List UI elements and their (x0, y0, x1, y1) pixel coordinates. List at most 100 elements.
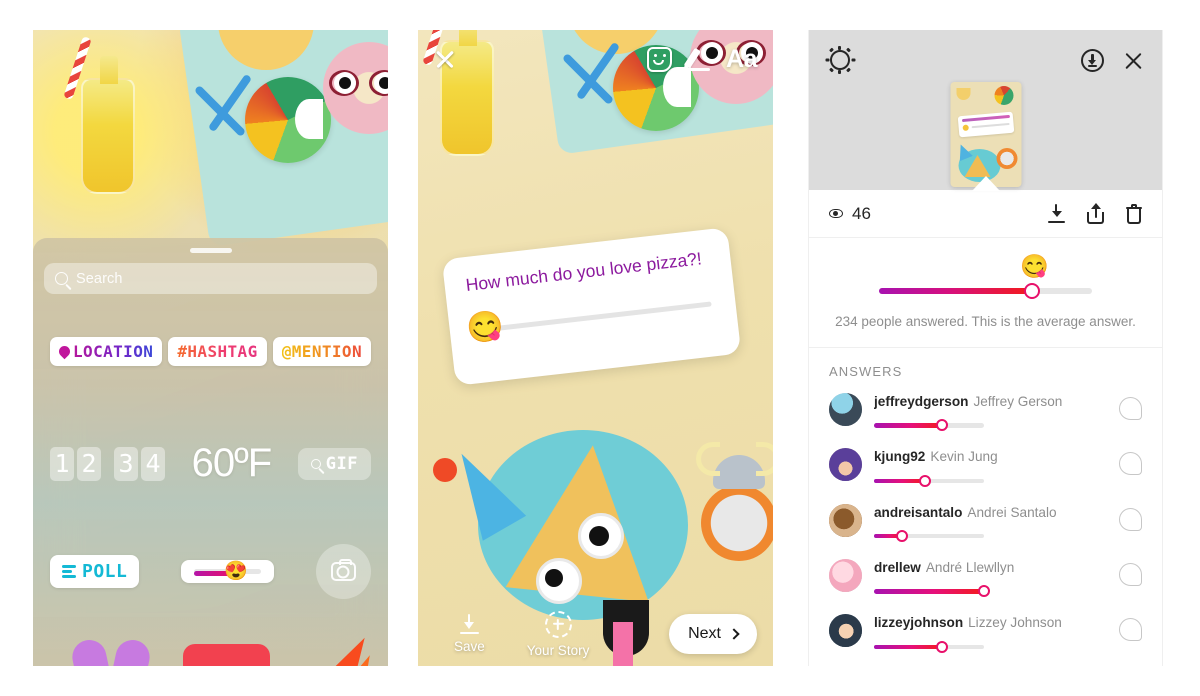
plus-circle-icon (544, 610, 572, 638)
answer-username[interactable]: jeffreydgerson (874, 394, 968, 409)
poll-question: How much do you love pizza?! (464, 248, 703, 296)
answer-slider (874, 419, 984, 432)
sticker-hashtag[interactable]: #HASHTAG (168, 337, 267, 366)
sticker-tray-screen: Search LOCATION #HASHTAG @MENTION 1 2 3 … (33, 30, 388, 666)
photo-prop-bottle (81, 56, 135, 194)
story-editor-screen: Aa How much do you love pizza?! 😋 Save Y… (418, 30, 773, 666)
sticker-mention[interactable]: @MENTION (272, 337, 371, 366)
slider-track[interactable] (477, 301, 712, 333)
avatar[interactable] (829, 448, 862, 482)
photo-prop-eye (536, 558, 582, 604)
editor-bottom-bar: Save Your Story Next (418, 602, 773, 666)
sticker-smiley-icon[interactable] (647, 46, 673, 72)
sheet-grabber[interactable] (189, 248, 232, 253)
table-row[interactable]: andreisantalo Andrei Santalo (809, 498, 1162, 553)
camera-icon (330, 559, 356, 581)
close-icon[interactable] (1123, 50, 1144, 71)
time-digit: 4 (141, 446, 165, 481)
average-answer-block: 😋 234 people answered. This is the avera… (809, 238, 1162, 348)
avatar[interactable] (829, 393, 862, 426)
answers-header: ANSWERS (829, 364, 903, 379)
answer-username[interactable]: kjung92 (874, 449, 925, 464)
reply-bubble-icon[interactable] (1119, 562, 1142, 586)
reply-bubble-icon[interactable] (1119, 507, 1142, 531)
sticker-gif[interactable]: GIF (297, 447, 371, 480)
answer-fullname: Kevin Jung (930, 449, 998, 465)
table-row[interactable]: emmatengerinaEmma Tengeren (809, 664, 1162, 666)
avatar[interactable] (829, 614, 862, 648)
your-story-button[interactable]: Your Story (526, 610, 590, 658)
download-circle-icon[interactable] (1081, 49, 1104, 72)
sticker-emoji-slider[interactable]: 😍 (181, 560, 275, 583)
photo-prop-ball (245, 77, 331, 163)
answer-username[interactable]: drellew (874, 560, 921, 575)
sticker-mention-label: @MENTION (281, 342, 362, 361)
avatar[interactable] (829, 558, 862, 592)
sticker-location[interactable]: LOCATION (50, 337, 163, 366)
avatar[interactable] (829, 503, 862, 537)
sticker-flame-small-partial[interactable] (353, 653, 370, 666)
answer-username[interactable]: lizzeyjohnson (874, 615, 963, 630)
table-row[interactable]: jeffreydgerson Jeffrey Gerson (809, 387, 1162, 442)
next-button[interactable]: Next (669, 614, 757, 654)
slider-emoji[interactable]: 😋 (465, 309, 506, 346)
sticker-tray-sheet: Search LOCATION #HASHTAG @MENTION 1 2 3 … (33, 238, 388, 666)
table-row[interactable]: lizzeyjohnson Lizzey Johnson (809, 608, 1162, 663)
sticker-time[interactable]: 1 2 3 4 (50, 446, 165, 481)
story-insights-screen: 46 😋 234 people answered. This is the av… (808, 30, 1163, 666)
save-label: Save (454, 639, 485, 654)
time-digit: 3 (114, 446, 138, 481)
table-row[interactable]: kjung92 Kevin Jung (809, 442, 1162, 497)
photo-prop-eye (578, 513, 624, 559)
table-row[interactable]: drellew André Llewllyn (809, 553, 1162, 608)
story-thumbnail[interactable] (950, 82, 1021, 187)
sticker-row-primary: LOCATION #HASHTAG @MENTION (50, 337, 371, 366)
answer-username[interactable]: andreisantalo (874, 505, 962, 520)
average-slider: 😋 (879, 255, 1092, 302)
search-icon (310, 458, 321, 469)
delete-button[interactable] (1126, 203, 1142, 224)
gear-icon[interactable] (825, 46, 855, 74)
screenshot-root: Search LOCATION #HASHTAG @MENTION 1 2 3 … (0, 0, 1200, 696)
answers-list: jeffreydgerson Jeffrey Gerson kjung92 Kevi… (809, 387, 1162, 666)
sticker-row-tertiary: POLL 😍 (50, 544, 371, 599)
text-tool-label[interactable]: Aa (726, 45, 757, 74)
your-story-label: Your Story (526, 642, 590, 658)
slider-emoji: 😋 (1020, 253, 1049, 279)
reply-bubble-icon[interactable] (1119, 397, 1142, 420)
reply-bubble-icon[interactable] (1119, 618, 1142, 642)
eye-icon (829, 209, 843, 218)
answer-slider (874, 640, 984, 654)
chevron-right-icon (728, 628, 740, 640)
average-caption: 234 people answered. This is the average… (835, 314, 1136, 329)
answer-fullname: Lizzey Johnson (968, 615, 1062, 631)
save-button[interactable]: Save (454, 614, 485, 654)
share-button[interactable] (1087, 203, 1104, 224)
search-placeholder: Search (76, 270, 123, 287)
sticker-temperature[interactable]: 60ºF (192, 441, 273, 486)
pen-draw-icon[interactable] (684, 46, 712, 72)
sticker-red-partial[interactable] (183, 644, 270, 666)
photo-prop-pompom (433, 458, 457, 482)
slider-emoji: 😍 (224, 561, 248, 582)
answer-fullname: André Llewllyn (925, 559, 1015, 575)
answer-fullname: Jeffrey Gerson (973, 394, 1063, 409)
thumbnail-tail (971, 176, 1000, 191)
search-input[interactable]: Search (44, 263, 377, 294)
answer-slider (874, 529, 984, 543)
sticker-poll[interactable]: POLL (50, 555, 140, 588)
photo-prop-horn (696, 442, 720, 476)
sticker-location-label: LOCATION (73, 342, 154, 361)
camera-sticker-button[interactable] (315, 544, 371, 599)
answer-slider (874, 585, 990, 598)
sticker-gif-label: GIF (325, 453, 358, 474)
sticker-poll-label: POLL (82, 561, 128, 582)
reply-bubble-icon[interactable] (1119, 452, 1142, 476)
sticker-hashtag-label: #HASHTAG (177, 342, 258, 361)
download-button[interactable] (1048, 204, 1065, 223)
sticker-heart-partial[interactable] (69, 636, 153, 666)
slider-knob (1024, 283, 1041, 299)
close-icon[interactable] (434, 48, 456, 70)
sticker-row-partial (33, 631, 388, 666)
editor-toolbar: Aa (418, 30, 773, 88)
